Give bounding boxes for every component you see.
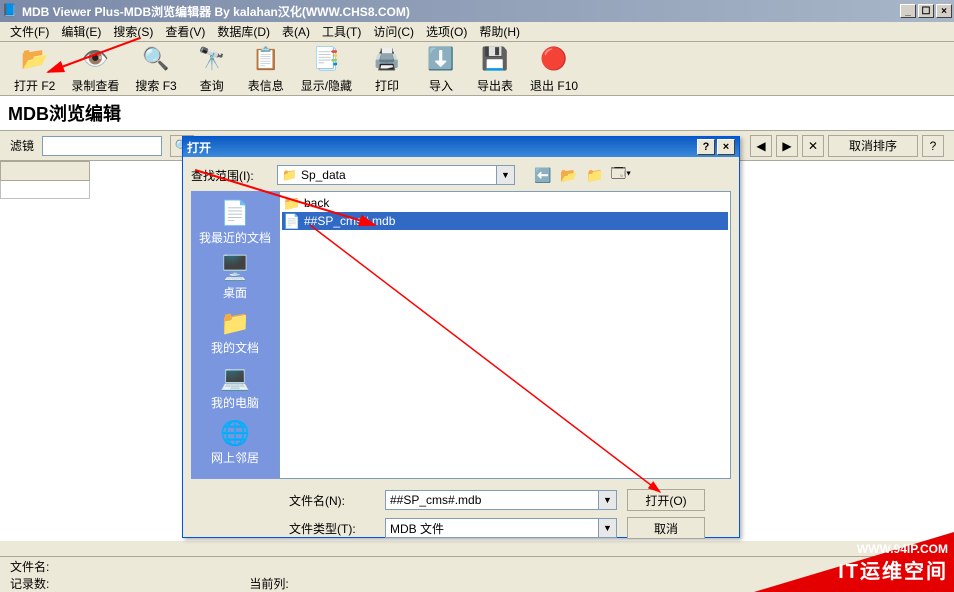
filter-label: 滤镜 (10, 137, 34, 154)
info-icon: 📋 (250, 43, 282, 75)
folder-item[interactable]: 📁back (282, 194, 728, 212)
menu-help[interactable]: 帮助(H) (473, 21, 526, 42)
table-info-button[interactable]: 📋表信息 (241, 41, 291, 96)
grid-header (0, 161, 90, 181)
places-bar: 📄我最近的文档 🖥️桌面 📁我的文档 💻我的电脑 🌐网上邻居 (191, 191, 279, 479)
place-mydocs[interactable]: 📁我的文档 (211, 307, 259, 356)
page-title: MDB浏览编辑 (0, 96, 954, 131)
search-button[interactable]: 🔍搜索 F3 (129, 41, 182, 96)
toolbar: 📂打开 F2 👁️录制查看 🔍搜索 F3 🔭查询 📋表信息 📑显示/隐藏 🖨️打… (0, 42, 954, 96)
chevron-down-icon: ▼ (598, 519, 616, 537)
status-rowcount-label: 记录数: (10, 575, 49, 592)
filter-close-btn[interactable]: ✕ (802, 135, 824, 157)
filetype-combo[interactable]: MDB 文件 ▼ (385, 518, 617, 538)
open-dialog: 打开 ? × 查找范围(I): 📁 Sp_data ▼ ⬅️ 📂 📁 🗔▾ 📄我… (182, 136, 740, 538)
mydocs-icon: 📁 (219, 307, 251, 339)
chevron-down-icon: ▼ (598, 491, 616, 509)
dialog-help-button[interactable]: ? (697, 139, 715, 155)
menu-bar: 文件(F) 编辑(E) 搜索(S) 查看(V) 数据库(D) 表(A) 工具(T… (0, 22, 954, 42)
filename-combo[interactable]: ##SP_cms#.mdb ▼ (385, 490, 617, 510)
new-folder-button[interactable]: 📁 (585, 165, 605, 185)
filetype-label: 文件类型(T): (289, 520, 375, 537)
search-icon: 🔍 (140, 43, 172, 75)
printer-icon: 🖨️ (371, 43, 403, 75)
filename-label: 文件名(N): (289, 492, 375, 509)
folder-icon: 📁 (282, 168, 297, 182)
minimize-button[interactable]: _ (900, 4, 916, 18)
filter-nav-btn-1[interactable]: ◀ (750, 135, 772, 157)
title-bar: 📘 MDB Viewer Plus-MDB浏览编辑器 By kalahan汉化(… (0, 0, 954, 22)
menu-edit[interactable]: 编辑(E) (55, 21, 107, 42)
query-button[interactable]: 🔭查询 (187, 41, 237, 96)
back-button[interactable]: ⬅️ (533, 165, 553, 185)
import-button[interactable]: ⬇️导入 (416, 41, 466, 96)
filename-value: ##SP_cms#.mdb (390, 493, 481, 507)
binoculars-icon: 🔭 (196, 43, 228, 75)
place-desktop[interactable]: 🖥️桌面 (219, 252, 251, 301)
look-in-value: Sp_data (301, 168, 346, 182)
place-mycomputer[interactable]: 💻我的电脑 (211, 362, 259, 411)
dialog-title: 打开 (187, 139, 695, 156)
export-button[interactable]: 💾导出表 (470, 41, 520, 96)
grid-cell[interactable] (0, 181, 90, 199)
dialog-open-button[interactable]: 打开(O) (627, 489, 705, 511)
look-in-combo[interactable]: 📁 Sp_data ▼ (277, 165, 515, 185)
folder-icon: 📁 (284, 195, 300, 211)
print-button[interactable]: 🖨️打印 (362, 41, 412, 96)
menu-table[interactable]: 表(A) (276, 21, 316, 42)
menu-file[interactable]: 文件(F) (4, 21, 55, 42)
chevron-down-icon: ▼ (496, 166, 514, 184)
status-filename-label: 文件名: (10, 558, 49, 575)
recent-icon: 📄 (219, 197, 251, 229)
record-icon: 👁️ (79, 43, 111, 75)
up-button[interactable]: 📂 (559, 165, 579, 185)
open-button[interactable]: 📂打开 F2 (8, 41, 61, 96)
desktop-icon: 🖥️ (219, 252, 251, 284)
filter-nav-btn-2[interactable]: ▶ (776, 135, 798, 157)
look-in-label: 查找范围(I): (191, 167, 269, 184)
status-current-label: 当前列: (249, 575, 288, 592)
close-button[interactable]: × (936, 4, 952, 18)
menu-database[interactable]: 数据库(D) (211, 21, 276, 42)
watermark: WWW.94IP.COM IT运维空间 (754, 532, 954, 592)
columns-icon: 📑 (310, 43, 342, 75)
exit-icon: 🔴 (538, 43, 570, 75)
menu-tools[interactable]: 工具(T) (316, 21, 367, 42)
menu-access[interactable]: 访问(C) (367, 21, 420, 42)
dialog-title-bar: 打开 ? × (183, 137, 739, 157)
place-network[interactable]: 🌐网上邻居 (211, 417, 259, 466)
view-menu-button[interactable]: 🗔▾ (611, 165, 631, 185)
mdb-file-icon: 📄 (284, 213, 300, 229)
export-icon: 💾 (479, 43, 511, 75)
maximize-button[interactable]: ☐ (918, 4, 934, 18)
record-view-button[interactable]: 👁️录制查看 (65, 41, 125, 96)
exit-button[interactable]: 🔴退出 F10 (524, 41, 584, 96)
show-hide-button[interactable]: 📑显示/隐藏 (295, 41, 358, 96)
file-item-selected[interactable]: 📄##SP_cms#.mdb (282, 212, 728, 230)
menu-view[interactable]: 查看(V) (159, 21, 211, 42)
dialog-close-button[interactable]: × (717, 139, 735, 155)
data-grid (0, 161, 90, 199)
watermark-text: IT运维空间 (838, 555, 948, 584)
import-icon: ⬇️ (425, 43, 457, 75)
filetype-value: MDB 文件 (390, 520, 444, 537)
network-icon: 🌐 (219, 417, 251, 449)
filter-input[interactable] (42, 136, 162, 156)
clear-sort-button[interactable]: 取消排序 (828, 135, 918, 157)
menu-search[interactable]: 搜索(S) (107, 21, 159, 42)
window-title: MDB Viewer Plus-MDB浏览编辑器 By kalahan汉化(WW… (22, 3, 898, 20)
folder-open-icon: 📂 (19, 43, 51, 75)
place-recent[interactable]: 📄我最近的文档 (199, 197, 271, 246)
file-list[interactable]: 📁back 📄##SP_cms#.mdb (279, 191, 731, 479)
menu-options[interactable]: 选项(O) (420, 21, 473, 42)
help-button[interactable]: ? (922, 135, 944, 157)
watermark-url: WWW.94IP.COM (857, 542, 948, 556)
dialog-cancel-button[interactable]: 取消 (627, 517, 705, 539)
computer-icon: 💻 (219, 362, 251, 394)
app-icon: 📘 (2, 3, 18, 19)
